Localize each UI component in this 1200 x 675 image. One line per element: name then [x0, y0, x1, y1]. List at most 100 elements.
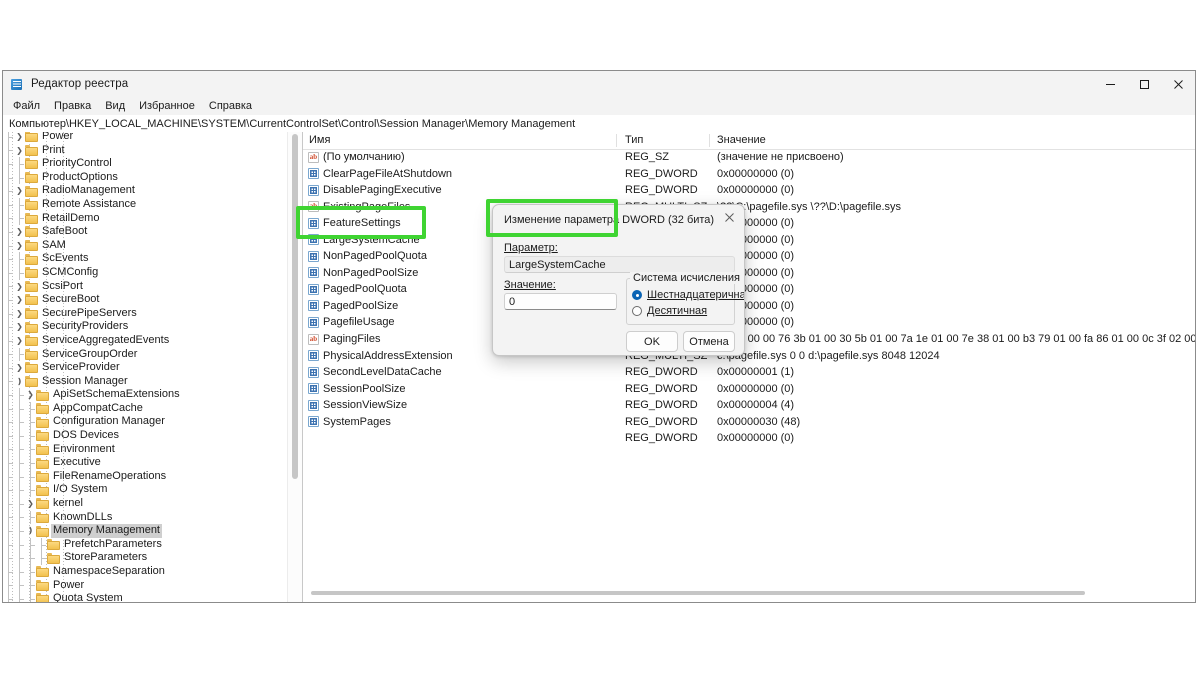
table-row[interactable]: PhysicalAddressExtensionREG_MULTI_SZc:\p…	[303, 348, 1195, 365]
registry-tree-pane[interactable]: ❯Power❯PrintPriorityControlProductOption…	[3, 132, 303, 602]
column-header-type[interactable]: Тип	[625, 132, 643, 149]
chevron-right-icon[interactable]: ❯	[14, 361, 25, 375]
radio-decimal[interactable]: Десятичная	[632, 305, 707, 317]
chevron-right-icon[interactable]: ❯	[14, 144, 25, 158]
tree-node-label: PrefetchParameters	[64, 538, 162, 552]
chevron-right-icon[interactable]: ❯	[14, 307, 25, 321]
chevron-right-icon[interactable]: ❯	[14, 320, 25, 334]
maximize-button[interactable]	[1127, 71, 1161, 97]
tree-node[interactable]: ❯ServiceAggregatedEvents	[3, 334, 302, 348]
tree-node[interactable]: ❯Print	[3, 144, 302, 158]
tree-node[interactable]: StoreParameters	[3, 551, 302, 565]
menu-item-view[interactable]: Вид	[98, 97, 132, 115]
menu-item-favorites[interactable]: Избранное	[132, 97, 202, 115]
tree-node[interactable]: DOS Devices	[3, 429, 302, 443]
chevron-right-icon[interactable]: ❯	[14, 293, 25, 307]
folder-icon	[25, 376, 38, 387]
tree-node[interactable]: ❯kernel	[3, 497, 302, 511]
tree-node[interactable]: ❫Memory Management	[3, 524, 302, 538]
dword-value-icon	[308, 300, 319, 311]
chevron-right-icon[interactable]: ❯	[14, 225, 25, 239]
table-row[interactable]: ExistingPageFilesREG_MULTI_SZ\??\C:\page…	[303, 199, 1195, 216]
table-row[interactable]: ClearPageFileAtShutdownREG_DWORD0x000000…	[303, 166, 1195, 183]
table-row[interactable]: (По умолчанию)REG_SZ(значение не присвое…	[303, 149, 1195, 166]
registry-values-list[interactable]: (По умолчанию)REG_SZ(значение не присвое…	[303, 149, 1195, 447]
chevron-right-icon[interactable]: ❯	[14, 132, 25, 144]
chevron-down-icon[interactable]: ❫	[25, 524, 36, 538]
tree-node[interactable]: ScEvents	[3, 252, 302, 266]
chevron-right-icon[interactable]: ❯	[14, 334, 25, 348]
tree-node[interactable]: Executive	[3, 456, 302, 470]
tree-node[interactable]: ❯ServiceProvider	[3, 361, 302, 375]
tree-node[interactable]: ServiceGroupOrder	[3, 348, 302, 362]
column-header-name[interactable]: Имя	[309, 132, 330, 149]
menu-item-file[interactable]: Файл	[6, 97, 47, 115]
menu-item-edit[interactable]: Правка	[47, 97, 98, 115]
table-row[interactable]: DisablePagingExecutiveREG_DWORD0x0000000…	[303, 182, 1195, 199]
tree-node[interactable]: I/O System	[3, 483, 302, 497]
tree-node[interactable]: NamespaceSeparation	[3, 565, 302, 579]
table-row[interactable]: PagefileUsageREG_DWORD0x00000000 (0)	[303, 314, 1195, 331]
param-name-field[interactable]: LargeSystemCache	[504, 256, 735, 273]
table-row[interactable]: SystemPagesREG_DWORD0x00000030 (48)	[303, 414, 1195, 431]
tree-node[interactable]: ❫Session Manager	[3, 375, 302, 389]
cancel-button[interactable]: Отмена	[683, 331, 735, 352]
tree-node[interactable]: ❯Power	[3, 132, 302, 144]
chevron-right-icon[interactable]: ❯	[25, 497, 36, 511]
tree-node[interactable]: PrefetchParameters	[3, 538, 302, 552]
tree-node[interactable]: RetailDemo	[3, 212, 302, 226]
table-row[interactable]: NonPagedPoolQuotaREG_DWORD0x00000000 (0)	[303, 248, 1195, 265]
tree-node[interactable]: ❯SafeBoot	[3, 225, 302, 239]
dialog-close-icon[interactable]	[714, 205, 744, 229]
chevron-down-icon[interactable]: ❫	[14, 375, 25, 389]
tree-node[interactable]: ❯SecurePipeServers	[3, 307, 302, 321]
tree-node[interactable]: Power	[3, 579, 302, 593]
ok-button[interactable]: OK	[626, 331, 678, 352]
tree-node[interactable]: Quota System	[3, 592, 302, 602]
value-data-input[interactable]: 0	[504, 293, 617, 310]
minimize-button[interactable]	[1093, 71, 1127, 97]
tree-node[interactable]: ❯SecureBoot	[3, 293, 302, 307]
table-row[interactable]: REG_DWORD0x00000000 (0)	[303, 430, 1195, 447]
tree-node[interactable]: ❯ApiSetSchemaExtensions	[3, 388, 302, 402]
menu-item-help[interactable]: Справка	[202, 97, 259, 115]
list-horizontal-scrollbar[interactable]	[311, 588, 1191, 598]
chevron-right-icon[interactable]: ❯	[25, 388, 36, 402]
table-row[interactable]: SecondLevelDataCacheREG_DWORD0x00000001 …	[303, 364, 1195, 381]
column-header-value[interactable]: Значение	[717, 132, 766, 149]
close-button[interactable]	[1161, 71, 1195, 97]
tree-node[interactable]: Remote Assistance	[3, 198, 302, 212]
tree-node[interactable]: FileRenameOperations	[3, 470, 302, 484]
table-row[interactable]: PagedPoolSizeREG_DWORD0x00000000 (0)	[303, 298, 1195, 315]
tree-node[interactable]: KnownDLLs	[3, 511, 302, 525]
tree-indent	[14, 470, 25, 484]
chevron-right-icon[interactable]: ❯	[14, 239, 25, 253]
radio-hexadecimal[interactable]: Шестнадцатеричная	[632, 289, 745, 301]
tree-node[interactable]: Environment	[3, 443, 302, 457]
table-row[interactable]: LargeSystemCacheREG_DWORD0x00000000 (0)	[303, 232, 1195, 249]
tree-node[interactable]: Configuration Manager	[3, 415, 302, 429]
tree-node[interactable]: ❯RadioManagement	[3, 184, 302, 198]
tree-node[interactable]: ❯ScsiPort	[3, 280, 302, 294]
tree-node[interactable]: SCMConfig	[3, 266, 302, 280]
address-bar[interactable]: Компьютер\HKEY_LOCAL_MACHINE\SYSTEM\Curr…	[3, 115, 1195, 133]
registry-values-pane[interactable]: Имя Тип Значение (По умолчанию)REG_SZ(зн…	[303, 132, 1195, 602]
table-row[interactable]: NonPagedPoolSizeREG_DWORD0x00000000 (0)	[303, 265, 1195, 282]
radio-decimal-indicator	[632, 306, 642, 316]
table-row[interactable]: SessionViewSizeREG_DWORD0x00000004 (4)	[303, 397, 1195, 414]
registry-tree[interactable]: ❯Power❯PrintPriorityControlProductOption…	[3, 132, 302, 602]
tree-vertical-scrollbar[interactable]	[287, 132, 302, 602]
tree-node[interactable]: AppCompatCache	[3, 402, 302, 416]
table-row[interactable]: PagedPoolQuotaREG_DWORD0x00000000 (0)	[303, 281, 1195, 298]
tree-node[interactable]: ❯SecurityProviders	[3, 320, 302, 334]
table-row[interactable]: FeatureSettingsREG_DWORD0x00000000 (0)	[303, 215, 1195, 232]
tree-node[interactable]: PriorityControl	[3, 157, 302, 171]
tree-node[interactable]: ProductOptions	[3, 171, 302, 185]
folder-icon	[36, 580, 49, 591]
chevron-right-icon[interactable]: ❯	[14, 280, 25, 294]
value-type: REG_DWORD	[625, 381, 698, 398]
chevron-right-icon[interactable]: ❯	[14, 184, 25, 198]
table-row[interactable]: PagingFilesREG_BINARY73 1a 00 00 76 3b 0…	[303, 331, 1195, 348]
tree-node[interactable]: ❯SAM	[3, 239, 302, 253]
table-row[interactable]: SessionPoolSizeREG_DWORD0x00000000 (0)	[303, 381, 1195, 398]
